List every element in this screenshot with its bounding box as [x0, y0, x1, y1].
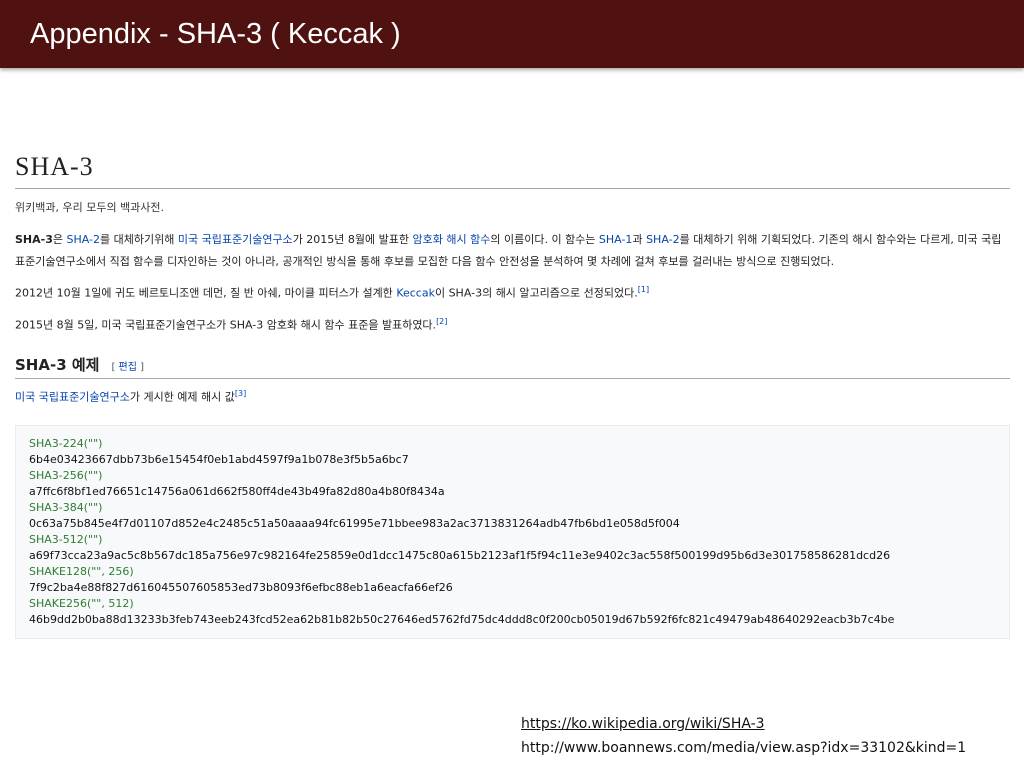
- sources: https://ko.wikipedia.org/wiki/SHA-3 http…: [521, 712, 966, 760]
- hash-value: a69f73cca23a9ac5c8b567dc185a756e97c98216…: [29, 548, 891, 562]
- hash-name: SHA3-384(""): [29, 500, 103, 514]
- hash-name: SHA3-224(""): [29, 436, 103, 450]
- text-span: 이 SHA-3의 해시 알고리즘으로 선정되었다.: [434, 286, 638, 300]
- hash-name: SHA3-512(""): [29, 532, 103, 546]
- link-sha1[interactable]: SHA-1: [599, 233, 633, 246]
- text-span: 2012년 10월 1일에 귀도 베르토니조앤 데먼, 질 반 아쉐, 마이클 …: [15, 286, 397, 300]
- text-span: 과: [632, 233, 647, 246]
- reference-3[interactable]: [3]: [235, 389, 246, 398]
- reference-1[interactable]: [1]: [638, 285, 649, 294]
- link-nist[interactable]: 미국 국립표준기술연구소: [178, 233, 293, 246]
- hash-name: SHA3-256(""): [29, 468, 103, 482]
- link-sha2-second[interactable]: SHA-2: [646, 233, 680, 246]
- source-link-boannews[interactable]: http://www.boannews.com/media/view.asp?i…: [521, 736, 966, 760]
- standard-paragraph: 2015년 8월 5일, 미국 국립표준기술연구소가 SHA-3 암호화 해시 …: [15, 311, 1010, 337]
- intro-paragraph: SHA-3은 SHA-2를 대체하기위해 미국 국립표준기술연구소가 2015년…: [15, 229, 1010, 273]
- term-sha3: SHA-3: [15, 233, 53, 246]
- text-span: 가 2015년 8월에 발표한: [292, 233, 413, 246]
- edit-link[interactable]: 편집: [119, 362, 137, 373]
- reference-2[interactable]: [2]: [436, 317, 447, 326]
- article-tagline: 위키백과, 우리 모두의 백과사전.: [15, 201, 165, 214]
- hash-value: 0c63a75b845e4f7d01107d852e4c2485c51a50aa…: [29, 516, 680, 530]
- text-span: 가 게시한 예제 해시 값: [129, 390, 235, 404]
- text-span: 의 이름이다. 이 함수는: [490, 233, 599, 246]
- section-heading-row: SHA-3 예제 [ 편집 ]: [15, 354, 1010, 380]
- text-span: 2015년 8월 5일, 미국 국립표준기술연구소가 SHA-3 암호화 해시 …: [15, 318, 437, 332]
- link-nist-examples[interactable]: 미국 국립표준기술연구소: [15, 391, 130, 404]
- article-heading: SHA-3: [15, 150, 1010, 189]
- keccak-paragraph: 2012년 10월 1일에 귀도 베르토니조앤 데먼, 질 반 아쉐, 마이클 …: [15, 279, 1010, 305]
- link-sha2[interactable]: SHA-2: [67, 233, 101, 246]
- source-link-wikipedia[interactable]: https://ko.wikipedia.org/wiki/SHA-3: [521, 712, 966, 736]
- section-heading: SHA-3 예제: [15, 356, 100, 375]
- text-span: 은: [52, 233, 67, 246]
- wiki-article: SHA-3 위키백과, 우리 모두의 백과사전. SHA-3은 SHA-2를 대…: [15, 150, 1010, 639]
- hash-examples-box: SHA3-224("") 6b4e03423667dbb73b6e15454f0…: [15, 424, 1010, 639]
- slide-title-bar: Appendix - SHA-3 ( Keccak ): [0, 0, 1024, 68]
- examples-intro: 미국 국립표준기술연구소가 게시한 예제 해시 값[3]: [15, 383, 1010, 409]
- link-keccak[interactable]: Keccak: [396, 287, 435, 300]
- hash-value: a7ffc6f8bf1ed76651c14756a061d662f580ff4d…: [29, 484, 445, 498]
- edit-bracket-close: ]: [136, 362, 145, 374]
- hash-value: 6b4e03423667dbb73b6e15454f0eb1abd4597f9a…: [29, 452, 409, 466]
- link-crypto-hash[interactable]: 암호화 해시 함수: [413, 233, 491, 246]
- hash-name: SHAKE128("", 256): [29, 564, 134, 578]
- text-span: 를 대체하기위해: [100, 233, 178, 246]
- hash-name: SHAKE256("", 512): [29, 596, 134, 610]
- hash-value: 7f9c2ba4e88f827d616045507605853ed73b8093…: [29, 580, 453, 594]
- slide-title: Appendix - SHA-3 ( Keccak ): [30, 18, 401, 50]
- hash-value: 46b9dd2b0ba88d13233b3feb743eeb243fcd52ea…: [29, 612, 895, 626]
- edit-bracket-open: [: [111, 362, 119, 374]
- edit-section: [ 편집 ]: [111, 358, 144, 373]
